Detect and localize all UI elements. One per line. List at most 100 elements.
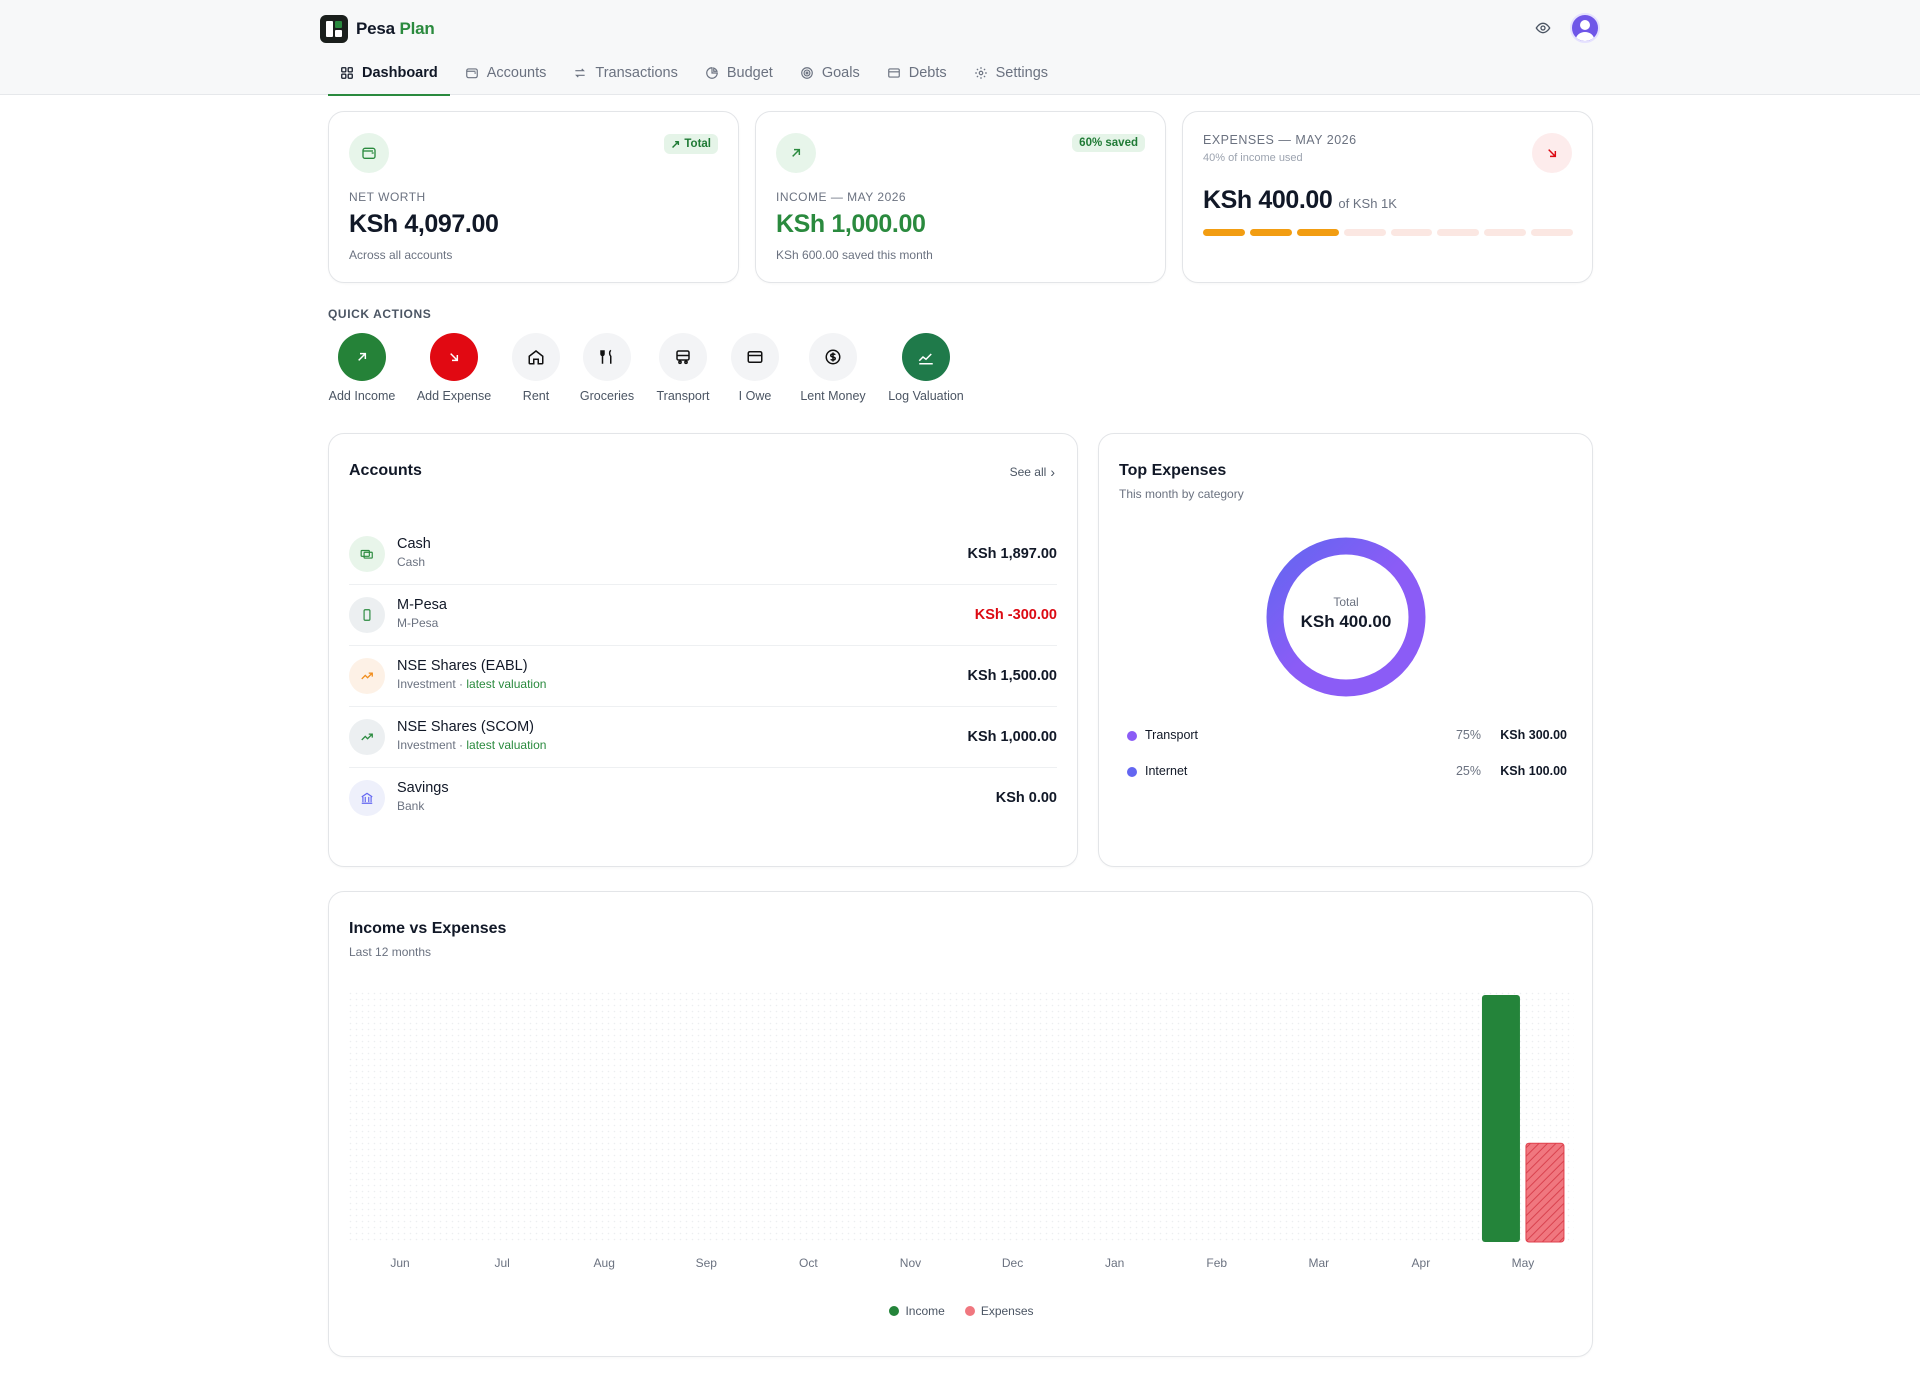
account-type-label: Investment ·	[397, 738, 467, 752]
x-tick-label: Dec	[1002, 1256, 1023, 1270]
tab-budget[interactable]: Budget	[693, 60, 785, 95]
main-nav: Dashboard Accounts Transactions Budget Goals…	[328, 60, 1063, 96]
grid-icon	[340, 66, 354, 80]
account-type: Cash	[397, 555, 425, 569]
account-balance: KSh 1,000.00	[967, 729, 1057, 745]
progress-segment	[1343, 229, 1386, 236]
tab-label: Settings	[995, 65, 1049, 81]
account-type-label: Cash	[397, 555, 426, 569]
account-row[interactable]: NSE Shares (EABL) Investment · latest val…	[349, 646, 1057, 707]
chart-line-icon[interactable]	[902, 333, 950, 381]
tab-label: Accounts	[486, 65, 547, 81]
latest-valuation-note: latest valuation	[466, 677, 547, 691]
income-card: 60% saved INCOME — MAY 2026 KSh 1,000.00…	[755, 111, 1166, 283]
legend-item-income[interactable]: Income	[889, 1304, 945, 1318]
account-name: M-Pesa	[397, 597, 447, 613]
see-all-link[interactable]: See all ›	[1010, 464, 1055, 480]
tab-transactions[interactable]: Transactions	[561, 60, 689, 95]
wallet-icon	[349, 133, 389, 173]
account-row[interactable]: NSE Shares (SCOM) Investment · latest val…	[349, 707, 1057, 768]
expenses-bar[interactable]	[1525, 1142, 1565, 1243]
x-tick-label: Aug	[594, 1256, 615, 1270]
tab-goals[interactable]: Goals	[788, 60, 872, 95]
account-balance: KSh 1,500.00	[967, 668, 1057, 684]
progress-segment	[1531, 229, 1573, 236]
top-expenses-card: Top Expenses This month by category Tota…	[1098, 433, 1593, 867]
progress-segment	[1249, 229, 1292, 236]
trend-up-icon	[349, 658, 385, 694]
x-tick-label: Mar	[1308, 1256, 1329, 1270]
dollar-icon[interactable]	[809, 333, 857, 381]
arrow-down-right-icon[interactable]	[430, 333, 478, 381]
top-expenses-subtitle: This month by category	[1119, 487, 1244, 501]
app-name-part1: Pesa	[356, 19, 395, 38]
tab-settings[interactable]: Settings	[962, 60, 1060, 95]
quick-action-label: Lent Money	[800, 389, 866, 403]
tab-label: Debts	[908, 65, 947, 81]
card-icon[interactable]	[731, 333, 779, 381]
account-row[interactable]: Cash Cash KSh 1,897.00	[349, 524, 1057, 585]
logo-mark-icon	[320, 15, 348, 43]
app-header: Pesa Plan Dashboard Accounts Transactions B…	[0, 0, 1920, 96]
arrow-down-right-icon	[1532, 133, 1572, 173]
accounts-title: Accounts	[349, 462, 422, 479]
x-tick-label: Sep	[696, 1256, 718, 1270]
legend-label: Income	[905, 1304, 945, 1318]
tab-accounts[interactable]: Accounts	[453, 60, 559, 95]
tab-dashboard[interactable]: Dashboard	[328, 60, 450, 96]
target-icon	[800, 66, 814, 80]
avatar[interactable]	[1570, 13, 1600, 43]
category-name: Transport	[1145, 728, 1199, 742]
expenses-progress-bar	[1203, 229, 1573, 236]
expense-category-row: Internet 25% KSh 100.00	[1127, 762, 1567, 782]
savings-rate-tag: 60% saved	[1072, 134, 1145, 152]
chevron-right-icon: ›	[1050, 464, 1055, 480]
accounts-card: Accounts See all › Cash Cash KSh 1,897.00 M-…	[328, 433, 1078, 867]
quick-action-label: Log Valuation	[888, 389, 964, 403]
legend-dot	[964, 1306, 975, 1316]
account-name: Savings	[397, 780, 449, 796]
income-expenses-card: Income vs Expenses Last 12 months Jun Jul…	[328, 891, 1593, 1357]
income-bar[interactable]	[1481, 995, 1520, 1242]
account-balance: KSh 1,897.00	[967, 546, 1057, 562]
tab-label: Goals	[821, 65, 860, 81]
progress-segment	[1296, 229, 1339, 236]
x-tick-label: Oct	[799, 1256, 818, 1270]
net-worth-tag-label: Total	[684, 138, 711, 150]
account-balance: KSh 0.00	[995, 790, 1057, 806]
account-balance: KSh -300.00	[974, 607, 1057, 623]
arrow-up-right-icon[interactable]	[338, 333, 386, 381]
account-type: M-Pesa	[397, 616, 438, 630]
category-dot	[1127, 767, 1137, 777]
account-type-label: M-Pesa	[397, 616, 439, 630]
app-logo[interactable]: Pesa Plan	[320, 15, 435, 43]
account-type-label: Bank	[397, 799, 425, 813]
account-type: Investment · latest valuation	[397, 738, 546, 752]
quick-action-log-valuation[interactable]: Log Valuation	[866, 333, 986, 403]
expenses-card: EXPENSES — MAY 2026 40% of income used K…	[1182, 111, 1593, 283]
progress-segment	[1390, 229, 1433, 236]
legend-label: Expenses	[980, 1304, 1034, 1318]
x-tick-label: Feb	[1206, 1256, 1227, 1270]
donut-total-value: KSh 400.00	[1300, 612, 1392, 631]
wallet-icon	[465, 66, 479, 80]
account-type-label: Investment ·	[397, 677, 467, 691]
tab-debts[interactable]: Debts	[875, 60, 959, 95]
expense-category-row: Transport 75% KSh 300.00	[1127, 726, 1567, 746]
x-tick-label: Jan	[1105, 1256, 1124, 1270]
account-row[interactable]: Savings Bank KSh 0.00	[349, 768, 1057, 829]
legend-item-expenses[interactable]: Expenses	[964, 1304, 1034, 1318]
app-name-part2: Plan	[399, 19, 435, 38]
quick-actions-title: QUICK ACTIONS	[328, 307, 432, 321]
donut-total-label: Total	[1333, 595, 1359, 609]
expenses-label: EXPENSES — MAY 2026	[1203, 133, 1357, 147]
eye-icon[interactable]	[1534, 19, 1552, 37]
quick-action-label: Rent	[522, 389, 550, 403]
progress-segment	[1203, 229, 1245, 236]
trend-up-icon	[349, 719, 385, 755]
tab-label: Transactions	[595, 65, 678, 81]
category-percent: 25%	[1455, 764, 1481, 778]
expenses-budget: of KSh 1K	[1338, 196, 1397, 211]
x-tick-label: Jun	[390, 1256, 409, 1270]
account-row[interactable]: M-Pesa M-Pesa KSh -300.00	[349, 585, 1057, 646]
